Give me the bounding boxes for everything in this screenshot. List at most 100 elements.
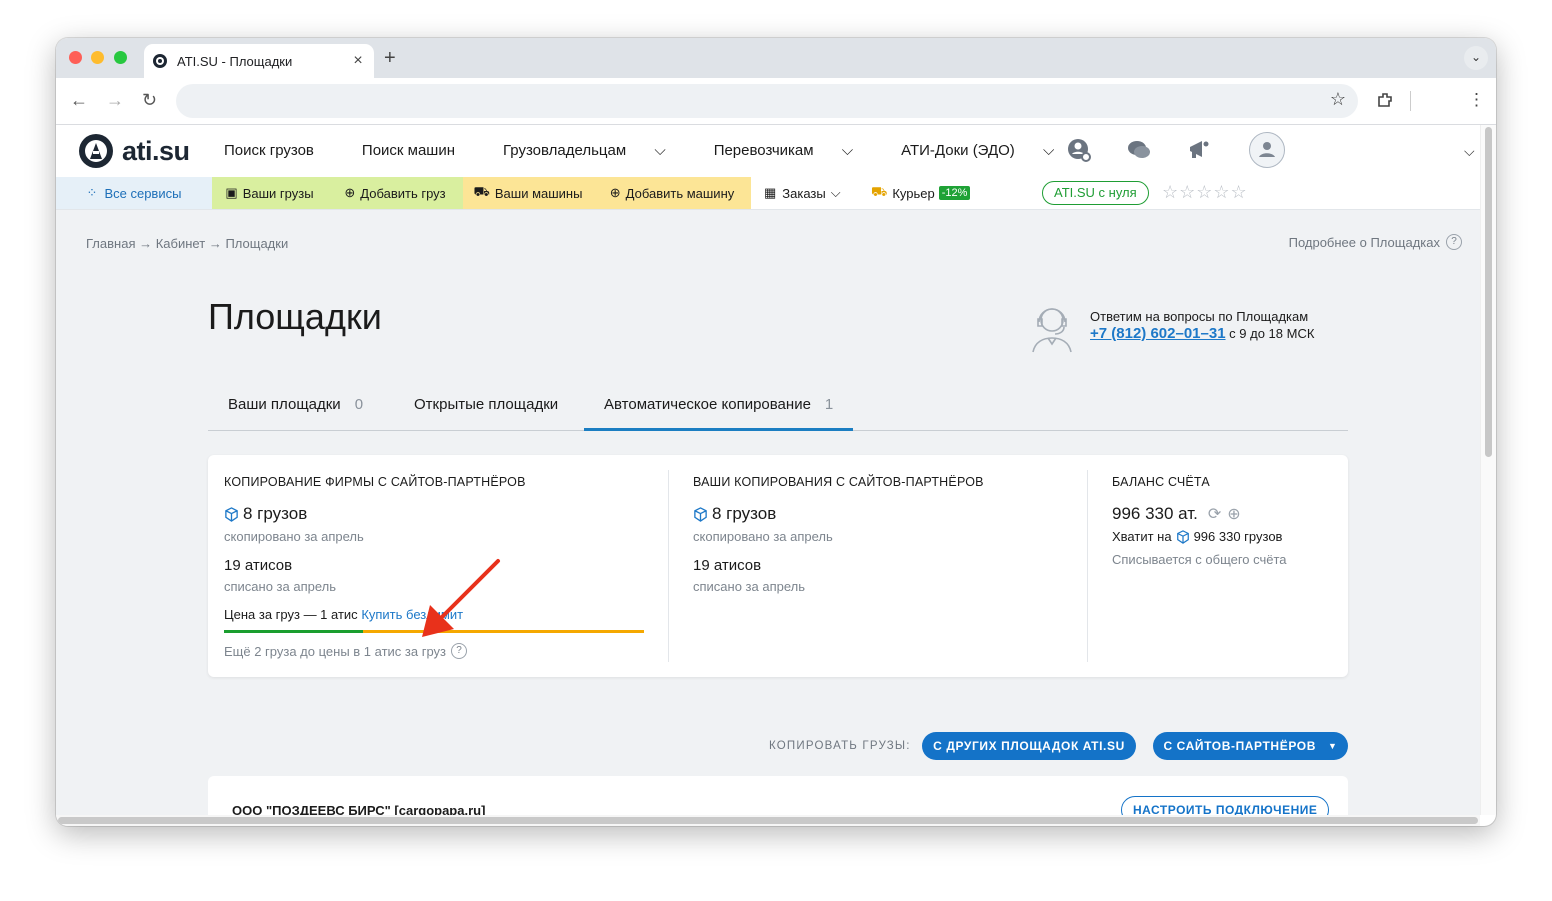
maximize-window-button[interactable] [114,51,127,64]
breadcrumb: Главная → Кабинет → Площадки [86,236,288,251]
your-copies-caption: Ваши копирования с сайтов-партнёров [693,475,984,489]
add-cargo-label: Добавить груз [360,185,446,201]
firm-cargo-count: 8 грузов [224,504,307,524]
horizontal-scrollbar[interactable] [56,815,1480,826]
browser-menu-icon[interactable]: ⋮ [1468,90,1485,110]
balance-caption: Баланс счёта [1112,475,1210,489]
refresh-icon[interactable]: ⟳ [1208,504,1221,524]
ati-from-zero-button[interactable]: ATI.SU с нуля [1042,181,1149,205]
breadcrumb-separator: → [208,236,222,251]
column-divider [668,470,669,662]
button-label: С САЙТОВ-ПАРТНЁРОВ [1163,739,1316,753]
breadcrumb-home[interactable]: Главная [86,236,135,251]
your-trucks-button[interactable]: ⛟ Ваши машины [463,177,593,209]
site-header: ati.su Поиск грузов Поиск машин Грузовла… [56,125,1480,177]
more-about-label: Подробнее о Площадках [1288,234,1440,250]
your-cargo-button[interactable]: ▣ Ваши грузы [212,177,327,209]
enough-value: 996 330 грузов [1193,529,1283,544]
close-tab-icon[interactable]: × [348,52,368,70]
cube-icon [694,506,707,522]
breadcrumb-cabinet[interactable]: Кабинет [156,236,205,251]
cargo-count-value: 8 грузов [243,504,308,523]
add-cargo-button[interactable]: ⊕ Добавить груз [327,177,463,209]
reload-icon[interactable]: ↻ [142,90,157,111]
ati-logo-icon [79,134,113,168]
scrollbar-thumb[interactable] [1485,127,1492,457]
tab-open-platforms[interactable]: Открытые площадки [414,380,558,429]
avatar[interactable] [1249,132,1285,168]
box-icon: ▣ [225,185,238,200]
support-hours: с 9 до 18 МСК [1229,326,1315,341]
minimize-window-button[interactable] [91,51,104,64]
nav-label: Перевозчикам [713,142,814,159]
price-text: Цена за груз — 1 атис [224,607,358,622]
tab-your-platforms[interactable]: Ваши площадки 0 [228,380,363,429]
user-icon [1259,142,1275,157]
add-circle-icon[interactable]: ⊕ [1227,504,1240,524]
atis-sub: списано за апрель [693,579,806,594]
megaphone-icon[interactable] [1186,137,1212,163]
plus-circle-icon: ⊕ [609,185,621,200]
breadcrumb-separator: → [139,236,153,251]
your-cargo-label: Ваши грузы [242,185,314,201]
copy-from-partners-button[interactable]: С САЙТОВ-ПАРТНЁРОВ ▼ [1153,732,1348,760]
page-tabs: Ваши площадки 0 Открытые площадки Автома… [208,380,1348,431]
ati-logo[interactable]: ati.su [76,131,190,171]
tab-search-chevron-icon[interactable]: ⌄ [1464,46,1488,70]
new-tab-icon[interactable]: + [384,47,396,70]
address-bar[interactable]: ☆ [176,84,1358,118]
add-truck-label: Добавить машину [625,185,735,201]
courier-link[interactable]: ⛟ Курьер -12% [871,177,971,209]
chat-icon[interactable] [1126,137,1152,163]
rating-stars[interactable]: ☆☆☆☆☆ [1162,182,1248,203]
breadcrumb-current: Площадки [225,236,289,251]
cube-icon [225,506,238,522]
price-progress-fill [224,630,363,633]
user-search-icon[interactable] [1066,137,1092,163]
more-about-link[interactable]: Подробнее о Площадках ? [1289,234,1462,250]
extensions-icon[interactable] [1376,91,1394,109]
forward-icon[interactable]: → [106,90,124,111]
configure-connection-button[interactable]: НАСТРОИТЬ ПОДКЛЮЧЕНИЕ [1121,796,1330,815]
connection-name: ООО "ПОЗДЕЕВС БИРС" [cargopapa.ru] [232,803,486,815]
caret-down-icon: ▼ [1327,741,1338,751]
tab-auto-copy[interactable]: Автоматическое копирование 1 [584,380,854,431]
nav-item-carriers[interactable]: Перевозчикам ⌵ [714,142,877,159]
back-icon[interactable]: ← [70,90,88,111]
support-phone-link[interactable]: +7 (812) 602–01–31 [1090,325,1226,342]
support-text-block: Ответим на вопросы по Площадкам +7 (812)… [1090,308,1314,342]
bookmark-star-icon[interactable]: ☆ [1330,89,1346,110]
vertical-scrollbar[interactable] [1480,125,1496,815]
close-window-button[interactable] [69,51,82,64]
copy-cargo-label: КОПИРОВАТЬ ГРУЗЫ: [769,740,911,752]
logo-text: ati.su [122,135,190,166]
browser-tab[interactable]: ATI.SU - Площадки × [144,44,374,78]
cargo-count-sub: скопировано за апрель [693,529,833,544]
add-truck-button[interactable]: ⊕ Добавить машину [593,177,751,209]
nav-item-search-cargo[interactable]: Поиск грузов [224,142,338,159]
copy-from-ati-button[interactable]: С ДРУГИХ ПЛОЩАДОК ATI.SU [922,732,1136,760]
main-nav: Поиск грузов Поиск машин Грузовладельцам… [224,142,1102,159]
grid-icon: ⁘ [86,185,98,200]
column-divider [1087,470,1088,662]
button-label: С ДРУГИХ ПЛОЩАДОК ATI.SU [933,739,1125,753]
help-icon: ? [1446,234,1462,250]
balance-amount-row: 996 330 ат. ⟳ ⊕ [1112,504,1241,524]
orders-label: Заказы [782,185,826,201]
progress-note: Ещё 2 груза до цены в 1 атис за груз ? [224,643,467,659]
nav-label: Поиск грузов [224,142,314,159]
cargo-count-value: 8 грузов [712,504,777,523]
your-trucks-label: Ваши машины [494,185,583,201]
nav-label: АТИ-Доки (ЭДО) [901,142,1015,159]
page-title: Площадки [208,296,382,337]
orders-dropdown[interactable]: ▦ Заказы ⌵ [764,177,841,209]
scrollbar-thumb[interactable] [58,817,1478,824]
all-services-button[interactable]: ⁘ Все сервисы [56,177,212,209]
nav-item-search-trucks[interactable]: Поиск машин [362,142,479,159]
nav-item-cargo-owners[interactable]: Грузовладельцам ⌵ [503,142,690,159]
header-expand-chevron-icon[interactable]: ⌵ [1464,143,1475,160]
nav-item-ati-docs[interactable]: АТИ-Доки (ЭДО) ⌵ [901,142,1078,159]
tab-strip: ATI.SU - Площадки × + ⌄ [56,38,1496,78]
nav-label: Грузовладельцам [503,142,627,159]
help-icon[interactable]: ? [451,643,467,659]
